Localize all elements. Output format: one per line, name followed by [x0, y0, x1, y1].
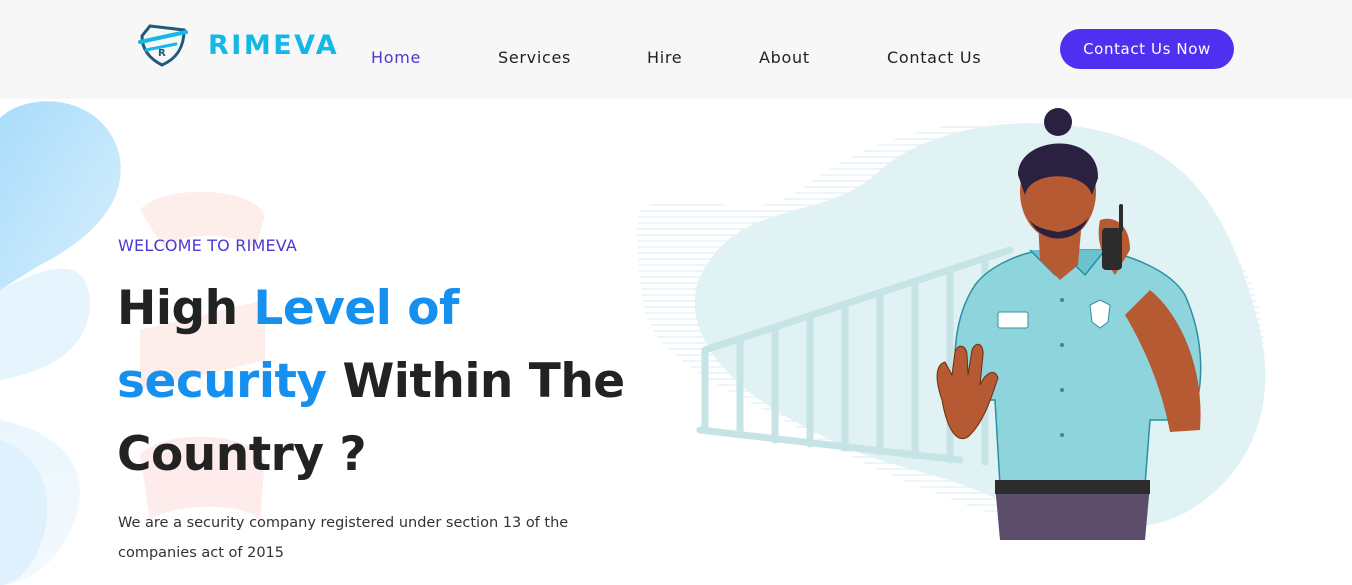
- headline-text-1: High: [117, 281, 254, 336]
- headline-highlight-1: Level of: [253, 281, 459, 336]
- nav-hire[interactable]: Hire: [647, 48, 682, 67]
- contact-us-now-button[interactable]: Contact Us Now: [1060, 29, 1234, 69]
- hero-description: We are a security company registered und…: [118, 515, 569, 561]
- nav-services[interactable]: Services: [498, 48, 571, 67]
- headline-highlight-2: security: [117, 354, 327, 409]
- nav-home[interactable]: Home: [371, 48, 421, 67]
- main-nav: Home Services Hire About Contact Us: [0, 48, 1000, 70]
- hero-eyebrow: WELCOME TO RIMEVA: [118, 236, 298, 255]
- site-header: R RIMEVA Home Services Hire About Contac…: [0, 0, 1352, 99]
- security-guard-illustration: [637, 108, 1266, 540]
- hero-headline: High Level of security Within The Country…: [117, 272, 637, 491]
- nav-contact-us[interactable]: Contact Us: [887, 48, 981, 67]
- nav-about[interactable]: About: [759, 48, 810, 67]
